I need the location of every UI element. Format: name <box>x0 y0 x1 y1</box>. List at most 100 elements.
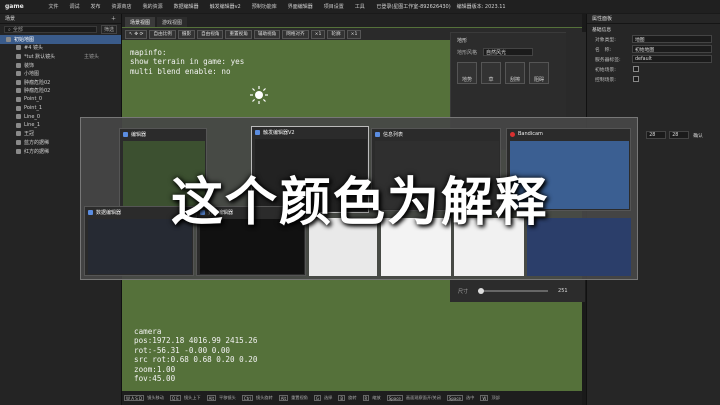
scene-tree-item[interactable]: 初始地图 <box>0 35 121 44</box>
filter-button[interactable]: 筛选 <box>100 25 117 34</box>
shortcut-label: 平移镜头 <box>219 395 236 400</box>
add-icon[interactable]: ＋ <box>111 15 116 22</box>
property-label: 名 称: <box>595 47 612 53</box>
confirm-button[interactable]: 确认 <box>693 132 703 139</box>
scene-search-input[interactable]: ⌕ 全部 <box>4 26 97 33</box>
select-tool-icon[interactable]: ↖ ✥ ⟳ <box>125 29 148 39</box>
scene-tree-label: Point_0 <box>24 96 43 103</box>
outline-size-dropdown[interactable]: ×1 <box>346 29 362 39</box>
app-title: game <box>5 3 24 10</box>
scene-tree-item[interactable]: 肿瘤危险02 <box>0 78 121 87</box>
property-row: 控制场景: <box>587 74 720 84</box>
node-icon <box>16 122 21 128</box>
shortcut-key: W A S D <box>124 395 145 401</box>
terrain-tool-height[interactable]: 地势 <box>457 62 477 84</box>
shortcut-key: Space <box>446 395 464 401</box>
node-icon <box>16 105 21 111</box>
node-icon <box>16 88 21 94</box>
projection-dropdown[interactable]: 摄影 <box>177 29 196 39</box>
terrain-tool-block[interactable]: 阻碍 <box>529 62 549 84</box>
node-icon <box>16 131 21 137</box>
property-value-input[interactable]: 地图 <box>632 35 712 43</box>
reset-view-button[interactable]: 重置视角 <box>225 29 252 39</box>
terrain-style-select[interactable]: 自然风光 <box>483 48 534 56</box>
property-value-input[interactable]: 初始地图 <box>632 45 712 53</box>
menu-store[interactable]: 资源商店 <box>106 3 137 10</box>
menu-ui-editor[interactable]: 界面编辑器 <box>282 3 318 10</box>
property-checkbox[interactable] <box>633 66 639 72</box>
menu-trigger-editor[interactable]: 触发编辑器v2 <box>204 3 246 10</box>
property-rows: 对象类型: 地图名 称: 初始地图 服务器标签: default 初始场景: 控制场景: <box>587 34 720 84</box>
shortcut-label: 选择 <box>323 395 333 400</box>
property-value-input[interactable]: default <box>632 55 712 63</box>
shortcut-key: Ctrl <box>241 395 253 401</box>
scene-panel-title: 场景 ＋ <box>0 14 121 24</box>
slider-handle[interactable] <box>478 288 485 294</box>
basic-info-section[interactable]: 基础信息 <box>587 24 720 34</box>
scene-tree-item[interactable]: 装饰 <box>0 61 121 70</box>
menu-project-settings[interactable]: 项目设置 <box>318 3 349 10</box>
map-width-input[interactable]: 28 <box>646 131 667 139</box>
switcher-card-label: 触发编辑器V2 <box>263 129 295 136</box>
outline-toggle[interactable]: 轮廓 <box>327 29 345 39</box>
terrain-tool-label: 阻碍 <box>533 77 544 83</box>
scale-mode-dropdown[interactable]: 自由比例 <box>149 29 176 39</box>
node-icon <box>16 53 21 59</box>
node-icon <box>16 114 21 120</box>
tab-game-view[interactable]: 游戏视图 <box>157 17 188 27</box>
switcher-card-label: 编辑器 <box>131 131 147 138</box>
shortcut-label: 镜头旋转 <box>255 395 273 400</box>
scene-tree-item[interactable]: *tut 默认镜头 主镜头 <box>0 52 121 61</box>
grid-size-dropdown[interactable]: ×1 <box>310 29 326 39</box>
scene-tree-label: #4 镜头 <box>24 45 43 52</box>
grid-snap-toggle[interactable]: 网格对齐 <box>282 29 309 39</box>
scene-tree-label: 初始地图 <box>14 36 35 43</box>
property-row: 初始场景: <box>587 64 720 74</box>
shortcut-key: Alt <box>206 395 217 401</box>
menu-data-editor[interactable]: 数据编辑器 <box>168 3 204 10</box>
scene-tree-item[interactable]: 小地图 <box>0 69 121 78</box>
shortcut-key: Space <box>386 395 403 401</box>
menu-bar: game 文件 调试 发布 资源商店 我的资源 数据编辑器 触发编辑器v2 预制… <box>0 0 720 13</box>
sun-light-icon[interactable] <box>250 86 268 104</box>
property-checkbox[interactable] <box>633 76 639 82</box>
switcher-card-title: 触发编辑器V2 <box>252 127 368 137</box>
scene-tree-item[interactable]: Point_1 <box>0 104 121 113</box>
menu-tools[interactable]: 工具 <box>349 3 370 10</box>
tab-scene-view[interactable]: 场景视图 <box>125 17 156 27</box>
shortcut-label: 缩放 <box>372 395 381 400</box>
shortcut-label: 画面观察面开/关闭 <box>405 395 441 400</box>
scene-tree-extra: 主镜头 <box>83 53 99 60</box>
aux-view-dropdown[interactable]: 辅助视角 <box>253 29 281 39</box>
menu-debug[interactable]: 调试 <box>64 3 85 10</box>
view-mode-dropdown[interactable]: 自由视角 <box>197 29 224 39</box>
scene-tree-item[interactable]: #4 镜头 <box>0 44 121 53</box>
shortcut-bar: W A S D 镜头移动 Q E 镜头上下 Alt 平移镜头 Ctrl 镜头旋转 Alt 重置视角… <box>122 391 582 405</box>
brush-size-slider[interactable] <box>478 288 549 294</box>
brush-size-row: 尺寸 251 <box>450 280 585 302</box>
terrain-tool-grass[interactable]: 草 <box>481 62 501 84</box>
scene-tree-label: 蓝方的据稀 <box>24 139 50 146</box>
scene-tree-label: 红方的据稀 <box>24 148 50 155</box>
property-row: 对象类型: 地图 <box>587 34 720 44</box>
map-height-input[interactable]: 28 <box>669 131 690 139</box>
scene-tree-label: Point_1 <box>24 105 43 112</box>
scene-tree-item[interactable]: Point_0 <box>0 95 121 104</box>
menu-prefab[interactable]: 预制功能库 <box>246 3 282 10</box>
menu-my-assets[interactable]: 我的资源 <box>137 3 168 10</box>
shortcut-key: W <box>480 395 489 401</box>
account-status[interactable]: 已登录(星图工作室-892626430) <box>370 3 456 10</box>
menu-publish[interactable]: 发布 <box>85 3 106 10</box>
terrain-tool-erase[interactable]: 刮擦 <box>505 62 525 84</box>
brush-size-value: 251 <box>558 288 568 294</box>
switcher-card-label: Bandicam <box>518 131 543 137</box>
terrain-panel-title: 地形 <box>457 38 468 44</box>
menu-file[interactable]: 文件 <box>43 3 64 10</box>
camera-info-text: camera pos:1972.18 4016.99 2415.26 rot:-… <box>134 327 258 384</box>
property-row: 服务器标签: default <box>587 54 720 64</box>
shortcut-label: 镜头移动 <box>147 395 164 400</box>
scene-tree-item[interactable]: 肿瘤危险02 <box>0 87 121 96</box>
switcher-card-label: 信息列表 <box>383 131 404 138</box>
app-icon <box>123 131 128 137</box>
video-caption: 这个颜色为解释 <box>170 173 549 233</box>
